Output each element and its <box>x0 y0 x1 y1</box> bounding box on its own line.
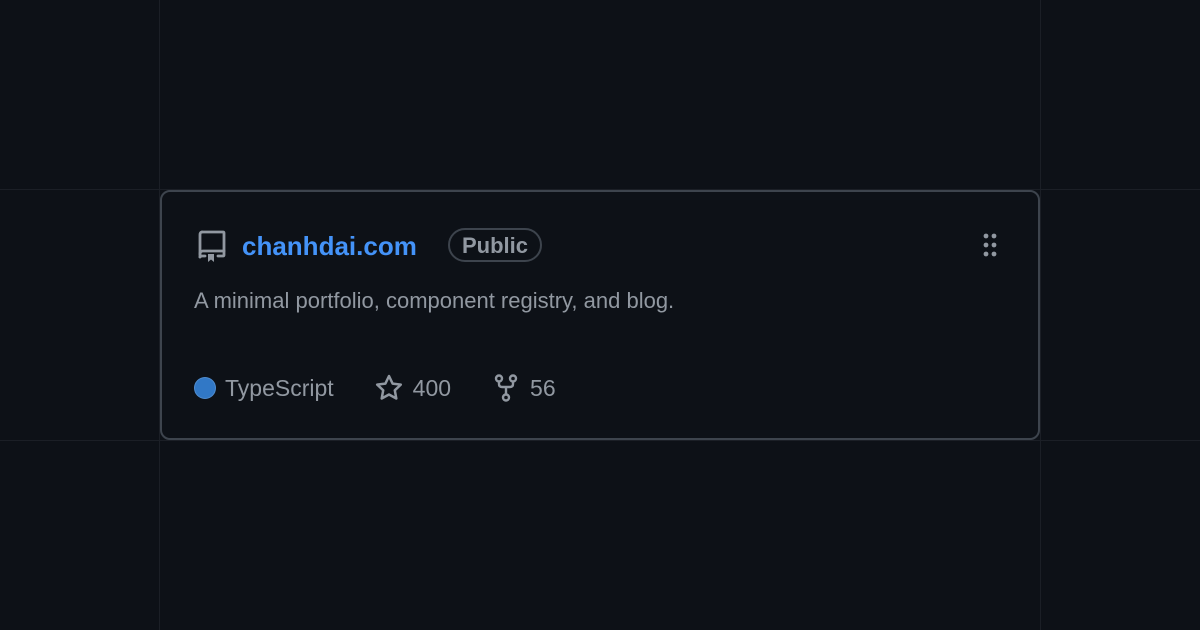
language-item: TypeScript <box>194 375 334 402</box>
stars-link[interactable]: 400 <box>374 373 451 403</box>
repo-card: chanhdai.com Public A minimal portfolio,… <box>160 190 1040 440</box>
grid-line-horizontal-bottom <box>0 440 1200 441</box>
visibility-badge: Public <box>448 228 543 262</box>
fork-icon <box>494 374 518 402</box>
stars-count: 400 <box>412 374 452 401</box>
language-color-dot <box>194 377 216 399</box>
forks-link[interactable]: 56 <box>491 373 556 403</box>
drag-handle-icon[interactable] <box>972 230 1008 262</box>
grid-line-vertical-right <box>1040 0 1041 630</box>
language-label: TypeScript <box>225 374 334 401</box>
star-icon <box>375 374 402 400</box>
forks-count: 56 <box>530 374 556 401</box>
repo-name-link[interactable]: chanhdai.com <box>242 229 417 263</box>
repo-icon <box>198 230 226 262</box>
repo-meta-row: TypeScript 400 56 <box>194 372 556 404</box>
repo-description: A minimal portfolio, component registry,… <box>194 288 675 313</box>
